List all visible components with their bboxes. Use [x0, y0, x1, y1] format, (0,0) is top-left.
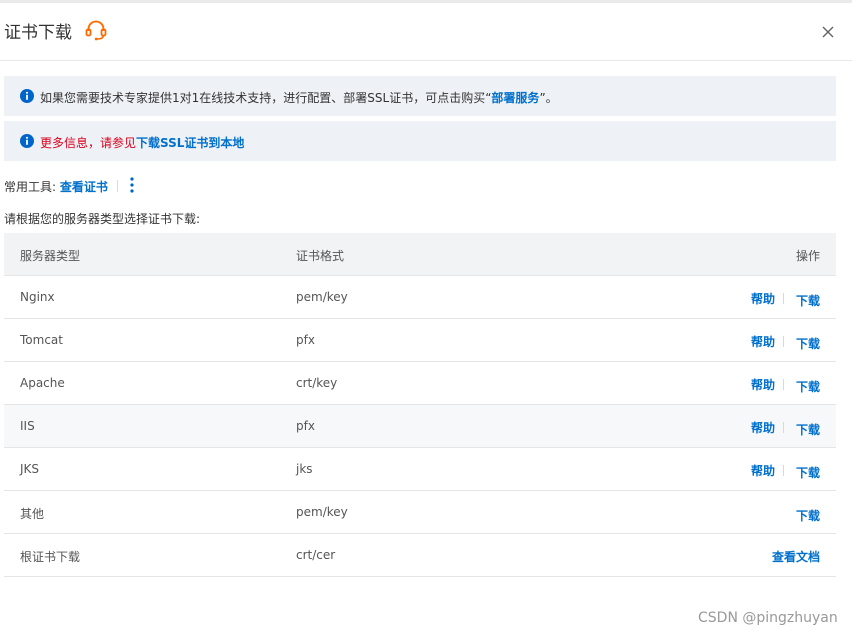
cert-format-cell: pem/key [296, 290, 348, 304]
action-divider [782, 422, 784, 433]
header-actions: 操作 [795, 249, 820, 263]
table-row: 根证书下载 crt/cer 查看文档 [4, 534, 836, 577]
tools-divider [116, 180, 118, 192]
more-info-text: 更多信息，请参见下载SSL证书到本地 [40, 134, 244, 151]
more-vertical-icon[interactable] [125, 176, 139, 194]
action-divider [782, 465, 784, 476]
actions-cell: 帮助 下载 [751, 376, 820, 395]
support-notice: 如果您需要技术专家提供1对1在线技术支持，进行配置、部署SSL证书，可点击购买“… [4, 76, 836, 116]
more-info-before: 更多信息，请参见 [40, 136, 137, 150]
table-row: IIS pfx 帮助 下载 [4, 405, 836, 448]
table-row: Apache crt/key 帮助 下载 [4, 362, 836, 405]
watermark: CSDN @pingzhuyan [698, 610, 838, 626]
download-ssl-doc-link[interactable]: 下载SSL证书到本地 [136, 136, 244, 150]
cert-format-cell: crt/key [296, 376, 338, 390]
actions-cell: 帮助 下载 [751, 333, 820, 352]
help-link[interactable]: 帮助 [751, 419, 775, 436]
support-notice-text: 如果您需要技术专家提供1对1在线技术支持，进行配置、部署SSL证书，可点击购买“… [40, 89, 558, 106]
info-icon [20, 134, 34, 148]
cert-format-cell: pfx [296, 419, 315, 433]
action-divider [782, 379, 784, 390]
server-type-cell: Tomcat [20, 333, 63, 347]
help-link[interactable]: 帮助 [751, 462, 775, 479]
download-link[interactable]: 下载 [796, 292, 820, 309]
instruction-text: 请根据您的服务器类型选择证书下载: [4, 212, 201, 226]
view-docs-link[interactable]: 查看文档 [772, 548, 820, 565]
cert-format-cell: crt/cer [296, 548, 336, 562]
header-cert-format: 证书格式 [296, 249, 345, 263]
help-link[interactable]: 帮助 [751, 376, 775, 393]
server-type-cell: 其他 [20, 507, 45, 521]
certificate-download-table: 服务器类型 证书格式 操作 Nginx pem/key 帮助 下载 Tomcat … [4, 233, 836, 577]
tools-label: 常用工具: [4, 180, 57, 194]
notice-text-after: ”。 [539, 91, 558, 105]
download-link[interactable]: 下载 [796, 507, 820, 524]
headset-support-icon[interactable] [84, 18, 108, 42]
table-row: Nginx pem/key 帮助 下载 [4, 276, 836, 319]
more-info-notice: 更多信息，请参见下载SSL证书到本地 [4, 121, 836, 161]
table-row: 其他 pem/key 下载 [4, 491, 836, 534]
actions-cell: 帮助 下载 [751, 290, 820, 309]
view-certificate-link[interactable]: 查看证书 [60, 180, 108, 194]
actions-cell: 帮助 下载 [751, 462, 820, 481]
download-link[interactable]: 下载 [796, 421, 820, 438]
cert-format-cell: pem/key [296, 505, 348, 519]
dialog-header: 证书下载 [0, 3, 852, 61]
server-type-cell: Nginx [20, 290, 55, 304]
info-icon [20, 89, 34, 103]
download-link[interactable]: 下载 [796, 378, 820, 395]
actions-cell: 帮助 下载 [751, 419, 820, 438]
actions-cell: 查看文档 [772, 548, 820, 565]
cert-format-cell: jks [296, 462, 313, 476]
deploy-service-link[interactable]: 部署服务 [491, 91, 539, 105]
table-row: Tomcat pfx 帮助 下载 [4, 319, 836, 362]
download-link[interactable]: 下载 [796, 335, 820, 352]
table-header: 服务器类型 证书格式 操作 [4, 233, 836, 276]
header-server-type: 服务器类型 [20, 249, 81, 263]
action-divider [782, 293, 784, 304]
dialog-title: 证书下载 [4, 23, 72, 43]
download-link[interactable]: 下载 [796, 464, 820, 481]
actions-cell: 下载 [796, 505, 820, 524]
common-tools: 常用工具: 查看证书 [4, 178, 126, 195]
server-type-cell: IIS [20, 419, 35, 433]
help-link[interactable]: 帮助 [751, 290, 775, 307]
cert-format-cell: pfx [296, 333, 315, 347]
server-type-cell: JKS [20, 462, 40, 476]
action-divider [782, 336, 784, 347]
server-type-cell: 根证书下载 [20, 550, 81, 564]
server-type-cell: Apache [20, 376, 65, 390]
close-icon[interactable] [818, 22, 838, 42]
notice-text-before: 如果您需要技术专家提供1对1在线技术支持，进行配置、部署SSL证书，可点击购买“ [40, 91, 492, 105]
help-link[interactable]: 帮助 [751, 333, 775, 350]
table-row: JKS jks 帮助 下载 [4, 448, 836, 491]
